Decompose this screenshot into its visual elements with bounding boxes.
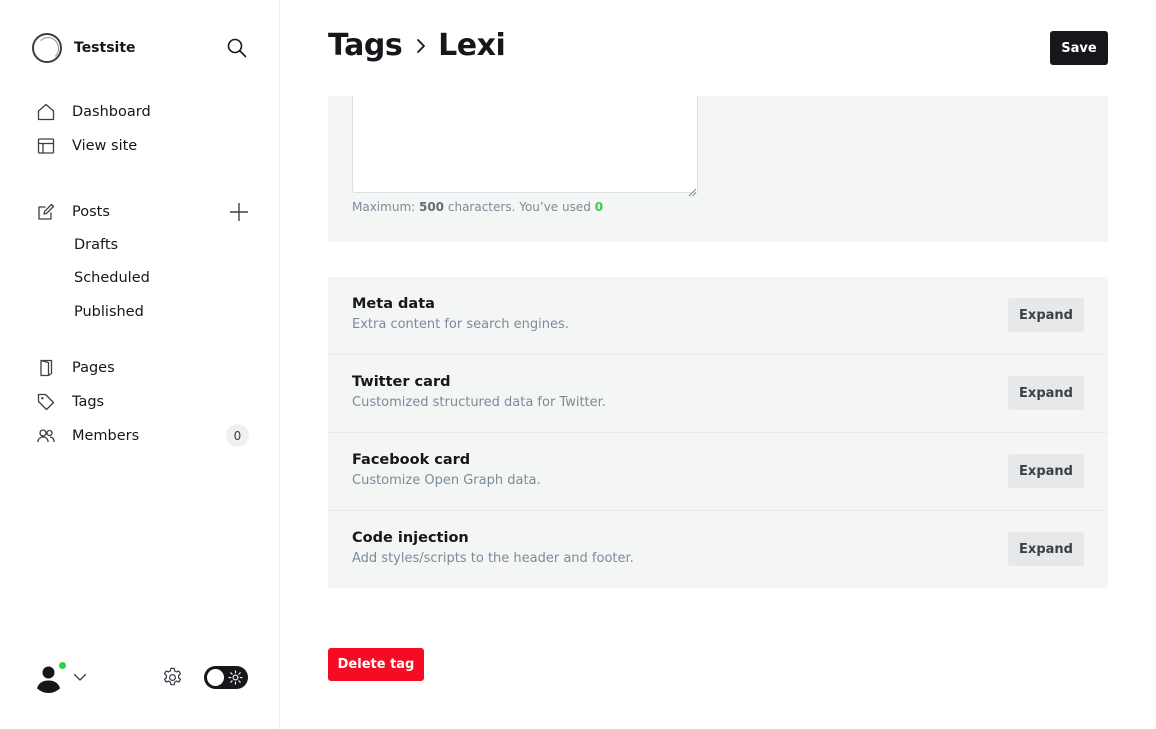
sidebar-item-dashboard[interactable]: Dashboard (36, 100, 151, 124)
sidebar-item-published[interactable]: Published (74, 301, 144, 323)
section-description: Customized structured data for Twitter. (352, 395, 606, 410)
sidebar-item-label: Pages (72, 360, 115, 376)
used-characters: 0 (594, 200, 604, 214)
sidebar-item-label: View site (72, 138, 138, 154)
home-icon (36, 102, 56, 122)
sidebar-item-drafts[interactable]: Drafts (74, 234, 118, 256)
tag-icon (36, 392, 56, 412)
max-characters: 500 (418, 200, 445, 214)
hint-prefix: Maximum: (352, 200, 419, 214)
settings-sections: Meta data Extra content for search engin… (328, 277, 1108, 588)
section-title: Twitter card (352, 374, 451, 390)
plus-icon[interactable] (228, 201, 250, 223)
gear-icon[interactable] (161, 666, 184, 689)
expand-button[interactable]: Expand (1008, 532, 1084, 566)
sidebar-item-label: Posts (72, 204, 110, 220)
site-brand[interactable]: Testsite (32, 33, 136, 63)
sidebar-item-label: Members (72, 428, 140, 444)
breadcrumb-tags-link[interactable]: Tags (328, 28, 403, 63)
sidebar-item-view-site[interactable]: View site (36, 134, 137, 158)
expand-button[interactable]: Expand (1008, 376, 1084, 410)
sidebar-item-members[interactable]: Members (36, 424, 139, 448)
character-count-hint: Maximum: 500 characters. You’ve used 0 (352, 200, 603, 214)
resize-grip-icon[interactable] (688, 182, 697, 197)
search-icon[interactable] (226, 37, 248, 59)
page-icon (36, 358, 56, 378)
facebook-card-section: Facebook card Customize Open Graph data.… (328, 433, 1108, 511)
meta-data-section: Meta data Extra content for search engin… (328, 277, 1108, 355)
save-button[interactable]: Save (1050, 31, 1108, 65)
online-status-dot (57, 660, 68, 671)
members-count-badge: 0 (226, 424, 249, 447)
description-textarea[interactable] (352, 96, 698, 193)
section-description: Customize Open Graph data. (352, 473, 541, 488)
chevron-right-icon (412, 37, 430, 55)
sidebar-item-label: Dashboard (72, 104, 151, 120)
edit-icon (36, 202, 56, 222)
site-name: Testsite (74, 40, 136, 56)
page-title: Lexi (438, 28, 506, 63)
site-logo (32, 33, 62, 63)
users-icon (36, 426, 56, 446)
chevron-down-icon[interactable] (72, 669, 88, 685)
sidebar-item-posts[interactable]: Posts (36, 200, 110, 224)
expand-button[interactable]: Expand (1008, 454, 1084, 488)
toggle-knob (207, 669, 224, 686)
section-description: Extra content for search engines. (352, 317, 569, 332)
sidebar-item-pages[interactable]: Pages (36, 356, 115, 380)
section-title: Facebook card (352, 452, 471, 468)
section-title: Meta data (352, 296, 435, 312)
theme-toggle[interactable] (204, 666, 248, 689)
code-injection-section: Code injection Add styles/scripts to the… (328, 511, 1108, 588)
sidebar: Testsite Dashboard View site Posts Draft… (0, 0, 280, 729)
expand-button[interactable]: Expand (1008, 298, 1084, 332)
sidebar-item-tags[interactable]: Tags (36, 390, 104, 414)
breadcrumb: Tags Lexi (328, 28, 506, 63)
section-description: Add styles/scripts to the header and foo… (352, 551, 634, 566)
sidebar-item-scheduled[interactable]: Scheduled (74, 267, 150, 289)
sidebar-item-label: Tags (72, 394, 105, 410)
delete-tag-button[interactable]: Delete tag (328, 648, 424, 681)
twitter-card-section: Twitter card Customized structured data … (328, 355, 1108, 433)
section-title: Code injection (352, 530, 469, 546)
layout-icon (36, 136, 56, 156)
hint-middle: characters. You’ve used (444, 200, 595, 214)
tag-description-section: Maximum: 500 characters. You’ve used 0 (328, 96, 1108, 242)
sun-icon (228, 670, 243, 685)
